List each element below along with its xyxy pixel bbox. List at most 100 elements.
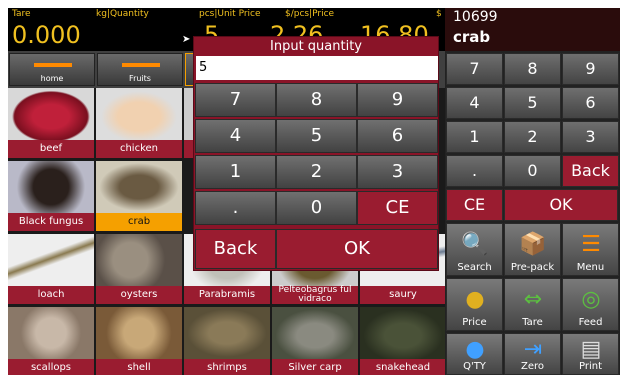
- category-label: Fruits: [129, 74, 151, 83]
- category-home[interactable]: home: [9, 53, 95, 86]
- plu-code: 10699: [453, 9, 498, 25]
- menu-label: Menu: [576, 262, 605, 273]
- product-crab[interactable]: crab: [96, 161, 182, 231]
- product-label: scallops: [8, 359, 94, 375]
- feed-icon: ◎: [581, 287, 601, 312]
- product-label: saury: [360, 286, 446, 304]
- scallops-image: [8, 307, 94, 359]
- product-oysters[interactable]: oysters: [96, 234, 182, 304]
- category-bar-icon: [34, 63, 72, 67]
- ok-button[interactable]: OK: [504, 189, 618, 221]
- product-label: crab: [96, 213, 182, 231]
- product-loach[interactable]: loach: [8, 234, 94, 304]
- input-quantity-dialog: Input quantity 5 7 8 9 4 5 6 1 2 3 . 0 C…: [193, 36, 439, 271]
- dialog-key-2[interactable]: 2: [276, 155, 357, 189]
- product-snakehead[interactable]: snakehead: [360, 307, 446, 375]
- silver-carp-image: [272, 307, 358, 359]
- mouse-cursor-icon: ➤: [182, 34, 191, 45]
- product-label: loach: [8, 286, 94, 304]
- print-icon: ▤: [580, 337, 602, 362]
- zero-button[interactable]: ⇥ Zero: [504, 333, 561, 375]
- key-1[interactable]: 1: [446, 121, 503, 153]
- key-6[interactable]: 6: [562, 87, 619, 119]
- product-shell[interactable]: shell: [96, 307, 182, 375]
- dialog-key-9[interactable]: 9: [357, 83, 438, 117]
- product-label: snakehead: [360, 359, 446, 375]
- product-scallops[interactable]: scallops: [8, 307, 94, 375]
- qty-icon: ●: [465, 337, 485, 362]
- dialog-key-dot[interactable]: .: [195, 191, 276, 225]
- product-label: Parabramis: [184, 286, 270, 304]
- tare-label: Tare: [522, 317, 543, 328]
- tare-label: Tare: [12, 9, 31, 19]
- dialog-key-0[interactable]: 0: [276, 191, 357, 225]
- qty-label: Q'TY: [463, 361, 486, 372]
- product-label: Black fungus: [8, 213, 94, 231]
- product-label: chicken: [96, 140, 182, 158]
- dialog-key-7[interactable]: 7: [195, 83, 276, 117]
- black-fungus-image: [8, 161, 94, 213]
- product-label: shell: [96, 359, 182, 375]
- feed-label: Feed: [578, 317, 603, 328]
- key-dot[interactable]: .: [446, 155, 503, 187]
- quantity-input[interactable]: 5: [196, 56, 438, 80]
- price-button[interactable]: ● Price: [446, 278, 503, 331]
- print-button[interactable]: ▤ Print: [562, 333, 619, 375]
- plu-name: crab: [453, 28, 491, 46]
- key-3[interactable]: 3: [562, 121, 619, 153]
- tare-value: 0.000: [12, 21, 81, 49]
- dialog-key-6[interactable]: 6: [357, 119, 438, 153]
- zero-icon: ⇥: [523, 337, 543, 362]
- key-2[interactable]: 2: [504, 121, 561, 153]
- shell-image: [96, 307, 182, 359]
- back-button[interactable]: Back: [562, 155, 619, 187]
- pre-pack-icon: 📦: [519, 232, 547, 257]
- price-label: $/pcs|Price: [285, 9, 335, 19]
- product-label: beef: [8, 140, 94, 158]
- menu-button[interactable]: ☰ Menu: [562, 223, 619, 276]
- feed-button[interactable]: ◎ Feed: [562, 278, 619, 331]
- print-label: Print: [578, 361, 602, 372]
- shrimps-image: [184, 307, 270, 359]
- dialog-key-4[interactable]: 4: [195, 119, 276, 153]
- key-9[interactable]: 9: [562, 53, 619, 85]
- dialog-ok-button[interactable]: OK: [276, 229, 438, 269]
- category-fruits[interactable]: Fruits: [97, 53, 183, 86]
- product-beef[interactable]: beef: [8, 88, 94, 158]
- dialog-key-5[interactable]: 5: [276, 119, 357, 153]
- product-chicken[interactable]: chicken: [96, 88, 182, 158]
- crab-image: [96, 161, 182, 213]
- search-icon: 🔍: [461, 232, 489, 257]
- key-0[interactable]: 0: [504, 155, 561, 187]
- price-unit: $: [436, 9, 442, 19]
- plu-panel: 10699 crab: [445, 8, 620, 51]
- product-shrimps[interactable]: shrimps: [184, 307, 270, 375]
- key-5[interactable]: 5: [504, 87, 561, 119]
- dialog-key-8[interactable]: 8: [276, 83, 357, 117]
- pre-pack-button[interactable]: 📦 Pre-pack: [504, 223, 561, 276]
- dialog-key-1[interactable]: 1: [195, 155, 276, 189]
- dialog-ce-button[interactable]: CE: [357, 191, 438, 225]
- tare-icon: ⇔: [523, 287, 543, 312]
- key-7[interactable]: 7: [446, 53, 503, 85]
- key-8[interactable]: 8: [504, 53, 561, 85]
- search-label: Search: [457, 262, 492, 273]
- qty-button[interactable]: ● Q'TY: [446, 333, 503, 375]
- quantity-label: kg|Quantity: [96, 9, 149, 19]
- product-label: oysters: [96, 286, 182, 304]
- oysters-image: [96, 234, 182, 286]
- category-label: home: [40, 74, 64, 83]
- dialog-title: Input quantity: [270, 39, 362, 54]
- ce-button[interactable]: CE: [446, 189, 503, 221]
- product-black-fungus[interactable]: Black fungus: [8, 161, 94, 231]
- product-silver-carp[interactable]: Silver carp: [272, 307, 358, 375]
- right-keypad: 7 8 9 4 5 6 1 2 3 . 0 Back CE OK 🔍 Search…: [445, 51, 620, 375]
- dialog-back-button[interactable]: Back: [195, 229, 276, 269]
- key-4[interactable]: 4: [446, 87, 503, 119]
- pre-pack-label: Pre-pack: [510, 262, 555, 273]
- tare-button[interactable]: ⇔ Tare: [504, 278, 561, 331]
- dialog-key-3[interactable]: 3: [357, 155, 438, 189]
- price-icon: ●: [465, 287, 485, 312]
- scale-screen: Tare 0.000 kg|Quantity 5 pcs|Unit Price …: [8, 8, 620, 375]
- search-button[interactable]: 🔍 Search: [446, 223, 503, 276]
